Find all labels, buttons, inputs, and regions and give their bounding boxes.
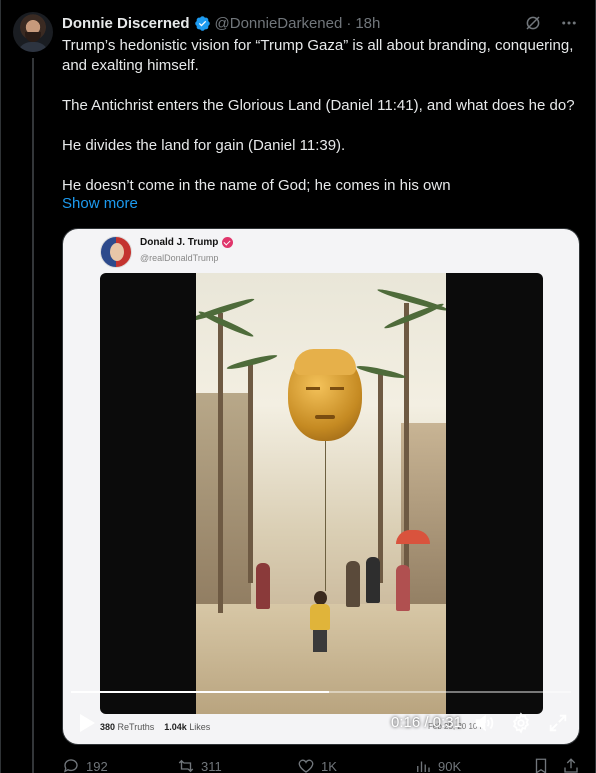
tweet-paragraph: He divides the land for gain (Daniel 11:… <box>62 137 346 154</box>
scene-pedestrian <box>366 557 380 603</box>
video-progress-bar[interactable] <box>71 691 571 693</box>
repost-button[interactable]: 311 <box>177 757 222 773</box>
video-frame[interactable] <box>100 273 543 714</box>
author-display-name[interactable]: Donnie Discerned <box>62 15 190 32</box>
views-icon <box>417 761 430 772</box>
video-current-time: 0:16 <box>391 714 421 731</box>
tweet-paragraph: He doesn’t come in the name of God; he c… <box>62 177 451 194</box>
show-more-link[interactable]: Show more <box>62 195 138 212</box>
embedded-author-name-row: Donald J. Trump <box>140 237 234 248</box>
tweet-action-bar: 192 311 1K 90K <box>62 757 582 773</box>
video-time-separator: / <box>420 714 433 731</box>
embedded-truth-post: Donald J. Trump @realDonaldTrump 380 ReT… <box>63 229 579 744</box>
tweet-header: Donnie Discerned @DonnieDarkened · 18h <box>62 13 380 33</box>
tweet-timestamp[interactable]: 18h <box>355 15 380 32</box>
tweet-paragraph: The Antichrist enters the Glorious Land … <box>62 97 575 114</box>
tweet-container: Donnie Discerned @DonnieDarkened · 18h T… <box>0 0 596 773</box>
fullscreen-icon[interactable] <box>547 712 569 734</box>
gold-face-balloon <box>288 349 362 441</box>
balloon-string <box>325 441 326 591</box>
reply-button[interactable]: 192 <box>62 757 108 773</box>
video-duration: 0:31 <box>432 714 462 731</box>
tweet-top-actions <box>523 13 579 33</box>
video-scene <box>196 273 446 714</box>
scene-palm-tree <box>218 313 223 613</box>
scene-child <box>308 591 332 653</box>
scene-palm-tree <box>248 363 253 583</box>
repost-count: 311 <box>201 758 222 773</box>
reply-count: 192 <box>86 758 108 773</box>
grok-icon[interactable] <box>523 13 543 33</box>
bookmark-button[interactable] <box>532 757 550 773</box>
embedded-author-name: Donald J. Trump <box>140 237 219 248</box>
share-icon <box>564 758 578 773</box>
embedded-author-handle: @realDonaldTrump <box>140 253 219 263</box>
balloon-mouth-shape <box>315 415 335 419</box>
author-avatar[interactable] <box>13 12 53 52</box>
balloon-brow-shape <box>330 387 344 390</box>
avatar-beard-shape <box>25 32 41 42</box>
heart-icon <box>298 759 314 773</box>
video-controls: 0:16 / 0:31 <box>63 707 579 741</box>
reply-icon <box>63 759 78 773</box>
settings-gear-icon[interactable] <box>510 712 532 734</box>
scene-pedestrian <box>346 561 360 607</box>
verified-badge-icon[interactable] <box>194 15 211 32</box>
embedded-author-avatar <box>100 236 132 268</box>
scene-pedestrian <box>396 565 410 611</box>
child-head-shape <box>314 591 327 605</box>
scene-building-left <box>196 393 251 623</box>
play-icon[interactable] <box>78 713 96 733</box>
balloon-brow-shape <box>306 387 320 390</box>
tweet-paragraph: Trump’s hedonistic vision for “Trump Gaz… <box>62 37 574 74</box>
like-button[interactable]: 1K <box>297 757 337 773</box>
header-separator: · <box>346 14 352 32</box>
volume-icon[interactable] <box>473 712 495 734</box>
thread-connector-line <box>32 58 34 773</box>
video-media[interactable]: Donald J. Trump @realDonaldTrump 380 ReT… <box>62 228 580 745</box>
repost-icon <box>178 759 194 773</box>
video-time-readout: 0:16 / 0:31 <box>391 714 462 731</box>
avatar-suit-shape <box>17 42 49 52</box>
bookmark-icon <box>535 758 547 773</box>
scene-palm-frond <box>383 301 445 331</box>
views-count: 90K <box>438 758 462 773</box>
scene-palm-tree <box>378 373 383 583</box>
views-button[interactable]: 90K <box>414 757 461 773</box>
scene-pedestrian <box>256 563 270 609</box>
embedded-verified-icon <box>222 237 234 248</box>
child-legs-shape <box>313 630 327 652</box>
embedded-avatar-face <box>110 243 124 261</box>
video-progress-fill <box>71 691 330 693</box>
balloon-hair-shape <box>294 349 356 375</box>
scene-palm-tree <box>404 303 409 603</box>
scene-palm-frond <box>197 309 255 339</box>
child-shirt-shape <box>310 604 330 630</box>
share-button[interactable] <box>562 757 580 773</box>
author-handle[interactable]: @DonnieDarkened <box>215 15 343 32</box>
like-count: 1K <box>321 758 337 773</box>
more-icon[interactable] <box>559 13 579 33</box>
